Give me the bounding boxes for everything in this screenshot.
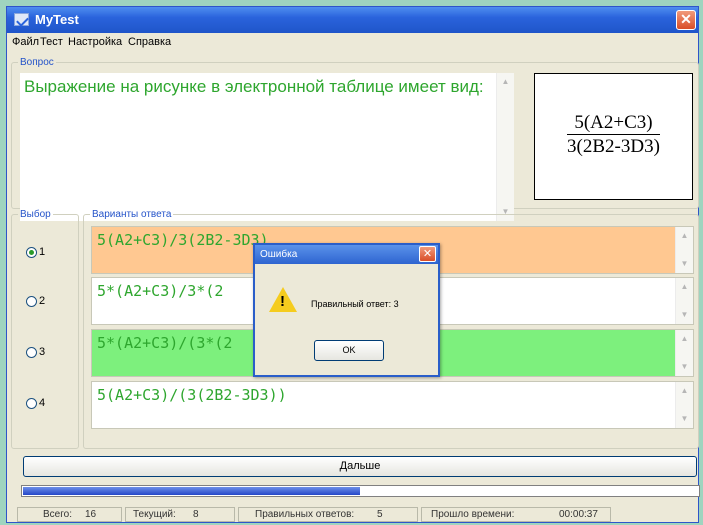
close-icon: ✕ [680,11,692,27]
radio-1[interactable]: 1 [26,246,45,258]
status-current-value: 8 [193,509,199,520]
radio-3[interactable]: 3 [26,346,45,358]
progress-fill [23,487,360,495]
menu-bar: Файл Тест Настройка Справка [7,33,698,51]
close-icon: ✕ [422,248,433,260]
window-title: MyTest [35,12,79,27]
radio-label: 4 [39,397,46,410]
answer-text: 5(A2+C3)/3(2B2-3D3) [97,231,269,249]
dialog-title-bar[interactable]: Ошибка ✕ [255,245,438,264]
radio-button[interactable] [26,246,37,258]
dialog-message: Правильный ответ: 3 [311,299,399,309]
choice-group: Выбор [11,209,79,449]
answer-text: 5*(A2+C3)/3*(2 [97,282,224,300]
question-text-area[interactable]: Выражение на рисунке в электронной табли… [20,73,514,221]
status-bar: Всего: 16 Текущий: 8 Правильных ответов:… [7,506,698,524]
dialog-close-button[interactable]: ✕ [419,246,436,262]
radio-button[interactable] [26,346,37,358]
answer-text: 5*(A2+C3)/(3*(2 [97,334,233,352]
status-total-value: 16 [85,509,97,520]
status-elapsed-value: 00:00:37 [559,509,598,520]
scroll-down-icon[interactable]: ▼ [677,411,692,427]
radio-button[interactable] [26,397,37,409]
scroll-up-icon[interactable]: ▲ [677,331,692,347]
close-button[interactable]: ✕ [676,10,696,30]
radio-button[interactable] [26,295,37,307]
title-bar[interactable]: MyTest ✕ [7,7,698,33]
dialog-title: Ошибка [260,249,298,260]
scroll-down-icon[interactable]: ▼ [677,307,692,323]
choice-legend: Выбор [20,209,51,220]
radio-2[interactable]: 2 [26,295,45,307]
menu-help[interactable]: Справка [128,36,171,48]
radio-4[interactable]: 4 [26,397,45,409]
answer-option-4[interactable]: 5(A2+C3)/(3(2B2-3D3)) ▲ ▼ [91,381,694,429]
radio-label: 2 [39,295,46,308]
answer-scrollbar[interactable]: ▲ ▼ [675,330,693,376]
radio-label: 1 [39,246,46,259]
formula-image: 5(A2+C3) 3(2B2-3D3) [534,73,693,200]
status-correct-label: Правильных ответов: [255,509,355,520]
question-scrollbar[interactable]: ▲ ▼ [496,73,514,221]
radio-label: 3 [39,346,46,359]
answer-scrollbar[interactable]: ▲ ▼ [675,382,693,428]
scroll-up-icon[interactable]: ▲ [677,228,692,244]
scroll-up-icon[interactable]: ▲ [677,279,692,295]
status-total-label: Всего: [43,509,72,520]
status-elapsed-label: Прошло времени: [431,509,515,520]
answer-scrollbar[interactable]: ▲ ▼ [675,227,693,273]
formula-denominator: 3(2B2-3D3) [567,134,660,157]
answer-scrollbar[interactable]: ▲ ▼ [675,278,693,324]
question-legend: Вопрос [20,57,54,68]
formula-numerator: 5(A2+C3) [574,112,653,133]
scroll-down-icon[interactable]: ▼ [677,359,692,375]
question-text: Выражение на рисунке в электронной табли… [24,77,484,96]
scroll-up-icon[interactable]: ▲ [498,74,513,90]
next-button[interactable]: Дальше [23,456,697,477]
ok-button[interactable]: OK [314,340,384,361]
answer-text: 5(A2+C3)/(3(2B2-3D3)) [97,386,287,404]
progress-bar [21,485,700,497]
app-icon [14,13,29,26]
menu-file[interactable]: Файл [12,36,39,48]
menu-test[interactable]: Тест [40,36,63,48]
menu-settings[interactable]: Настройка [68,36,122,48]
error-dialog: Ошибка ✕ ! Правильный ответ: 3 OK [253,243,440,377]
answers-legend: Варианты ответа [92,209,172,220]
status-correct-value: 5 [377,509,383,520]
scroll-up-icon[interactable]: ▲ [677,383,692,399]
status-current-label: Текущий: [133,509,176,520]
warning-icon: ! [269,287,297,312]
scroll-down-icon[interactable]: ▼ [677,256,692,272]
